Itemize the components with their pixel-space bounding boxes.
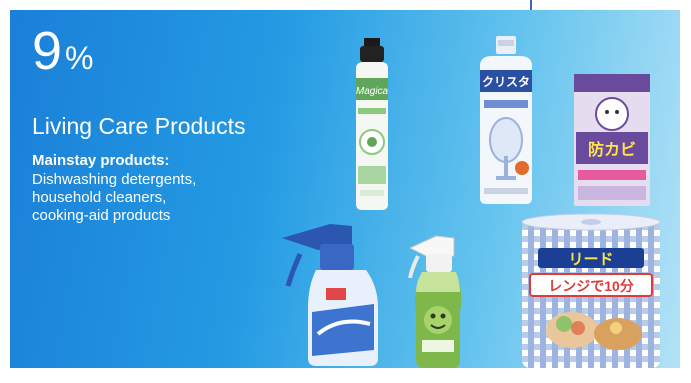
mold-prevention-box-icon: 防カビ <box>574 74 650 206</box>
share-unit: % <box>65 40 94 76</box>
mainstay-item: cooking-aid products <box>32 207 171 224</box>
dishwasher-detergent-container-icon: クリスタ <box>480 36 532 204</box>
brand-label: リード <box>568 251 613 268</box>
mainstay-item: Dishwashing detergents, <box>32 171 197 188</box>
living-care-panel: 9% Living Care Products Mainstay product… <box>10 10 680 368</box>
dishwashing-detergent-bottle-icon: Magica <box>356 38 389 210</box>
tagline-label: レンジで10分 <box>548 278 634 294</box>
brand-label: Magica <box>356 86 389 97</box>
cooking-paper-roll-icon: リード レンジで10分 <box>521 213 661 368</box>
category-title: Living Care Products <box>32 113 246 139</box>
share-value: 9 <box>32 21 64 81</box>
mainstay-label: Mainstay products: <box>32 152 170 169</box>
top-strip <box>0 0 691 10</box>
brand-label: 防カビ <box>588 140 636 159</box>
share-percentage: 9% <box>32 24 94 78</box>
spray-cleaner-bottle-icon <box>282 224 378 366</box>
brand-label: クリスタ <box>482 75 530 89</box>
mainstay-item: household cleaners, <box>32 189 167 206</box>
kitchen-spray-bottle-icon <box>408 235 462 368</box>
mainstay-list: Dishwashing detergents, household cleane… <box>32 171 272 225</box>
